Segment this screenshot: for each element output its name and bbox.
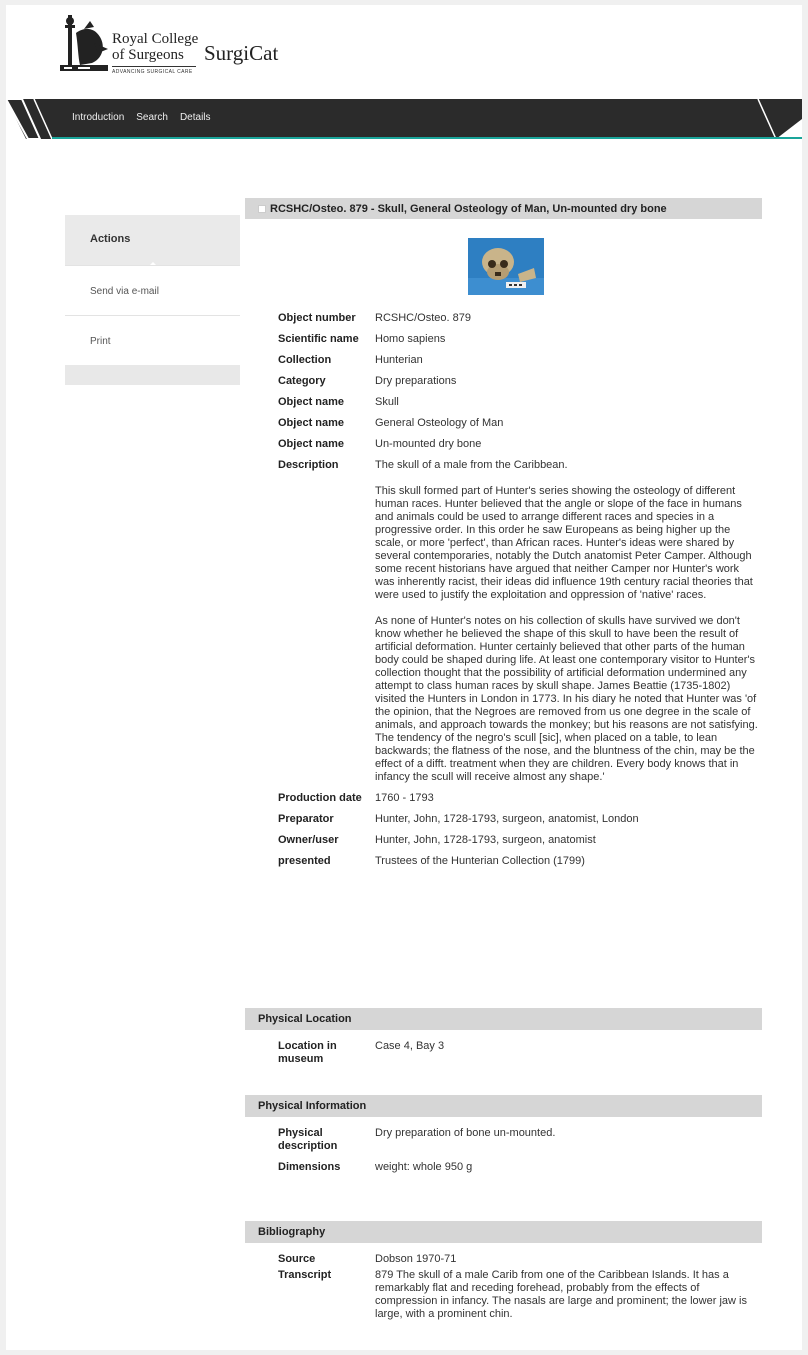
record-title: RCSHC/Osteo. 879 - Skull, General Osteol… (270, 202, 667, 215)
nav-details[interactable]: Details (180, 112, 211, 123)
field-label: Production date (278, 792, 362, 804)
field-label: Object name (278, 396, 345, 408)
field-value: Skull (375, 396, 399, 408)
field-row: Collection Hunterian (245, 354, 762, 367)
field-row: presented Trustees of the Hunterian Coll… (245, 855, 762, 868)
field-label: Object name (278, 438, 345, 450)
field-row: Location in museum Case 4, Bay 3 (245, 1040, 762, 1066)
send-via-email-action[interactable]: Send via e-mail (65, 265, 240, 315)
bibliography-fields: Source Dobson 1970-71 Transcript 879 The… (245, 1253, 762, 1321)
rcs-logo[interactable]: Royal College of Surgeons ADVANCING SURG… (54, 13, 198, 79)
field-row: Dimensions weight: whole 950 g (245, 1161, 762, 1174)
field-row: Production date 1760 - 1793 (245, 792, 762, 805)
field-value: General Osteology of Man (375, 417, 504, 429)
description-paragraph: This skull formed part of Hunter's serie… (375, 485, 753, 601)
field-label: presented (278, 855, 331, 867)
field-value: weight: whole 950 g (375, 1161, 473, 1173)
field-label: Transcript (278, 1269, 332, 1281)
description-value: The skull of a male from the Caribbean. … (375, 459, 760, 784)
print-action[interactable]: Print (65, 315, 240, 365)
field-row: Object number RCSHC/Osteo. 879 (245, 312, 762, 325)
nav-search[interactable]: Search (136, 112, 168, 123)
physical-information-heading: Physical Information (245, 1095, 762, 1117)
field-label: Source (278, 1253, 316, 1265)
field-row: Source Dobson 1970-71 (245, 1253, 762, 1266)
record-panel: RCSHC/Osteo. 879 - Skull, General Osteol… (245, 198, 762, 1320)
page: Royal College of Surgeons ADVANCING SURG… (6, 5, 802, 1350)
actions-heading: Actions (65, 215, 240, 265)
app-name: SurgiCat (204, 41, 279, 65)
field-row: Owner/user Hunter, John, 1728-1793, surg… (245, 834, 762, 847)
field-row: Physical description Dry preparation of … (245, 1127, 762, 1153)
field-value: Dry preparation of bone un-mounted. (375, 1127, 556, 1139)
field-value: Homo sapiens (375, 333, 446, 345)
description-paragraph: The skull of a male from the Caribbean. (375, 459, 568, 471)
college-name-line2: of Surgeons (112, 47, 184, 63)
physical-location-heading: Physical Location (245, 1008, 762, 1030)
actions-sidebar: Actions Send via e-mail Print (65, 215, 240, 385)
field-label: Physical description (278, 1127, 338, 1152)
physical-information-fields: Physical description Dry preparation of … (245, 1127, 762, 1174)
field-row: Object name Un-mounted dry bone (245, 438, 762, 451)
field-row: Transcript 879 The skull of a male Carib… (245, 1269, 762, 1321)
crest-logo-icon (60, 15, 108, 71)
description-row: Description The skull of a male from the… (245, 459, 762, 784)
field-label: Location in museum (278, 1040, 337, 1065)
record-title-bar: RCSHC/Osteo. 879 - Skull, General Osteol… (245, 198, 762, 219)
field-value: Trustees of the Hunterian Collection (17… (375, 855, 585, 867)
field-value: 1760 - 1793 (375, 792, 434, 804)
field-row: Scientific name Homo sapiens (245, 333, 762, 346)
field-value: Hunter, John, 1728-1793, surgeon, anatom… (375, 834, 596, 846)
field-value: Hunter, John, 1728-1793, surgeon, anatom… (375, 813, 639, 825)
nav-bar: Introduction Search Details (6, 99, 802, 139)
field-value: RCSHC/Osteo. 879 (375, 312, 471, 324)
nav-menu: Introduction Search Details (72, 112, 211, 123)
skull-thumbnail-image[interactable] (468, 238, 544, 295)
field-label: Object name (278, 417, 345, 429)
field-row: Object name General Osteology of Man (245, 417, 762, 430)
bibliography-heading: Bibliography (245, 1221, 762, 1243)
physical-location-fields: Location in museum Case 4, Bay 3 (245, 1040, 762, 1066)
field-row: Category Dry preparations (245, 375, 762, 388)
field-value: Hunterian (375, 354, 423, 366)
field-label: Preparator (278, 813, 334, 825)
select-record-checkbox[interactable] (258, 204, 266, 213)
field-row: Preparator Hunter, John, 1728-1793, surg… (245, 813, 762, 826)
field-label: Dimensions (278, 1161, 341, 1173)
field-value: Un-mounted dry bone (375, 438, 482, 450)
field-value: Dobson 1970-71 (375, 1253, 457, 1265)
record-fields: Object number RCSHC/Osteo. 879 Scientifi… (245, 312, 762, 876)
college-tagline: ADVANCING SURGICAL CARE (112, 69, 193, 75)
description-paragraph: As none of Hunter's notes on his collect… (375, 615, 758, 783)
field-label: Scientific name (278, 333, 359, 345)
logo-divider (112, 66, 196, 67)
field-label: Owner/user (278, 834, 339, 846)
field-value: Dry preparations (375, 375, 457, 387)
field-label: Description (278, 459, 339, 471)
nav-introduction[interactable]: Introduction (72, 112, 124, 123)
field-label: Object number (278, 312, 356, 324)
field-row: Object name Skull (245, 396, 762, 409)
field-label: Collection (278, 354, 332, 366)
college-name: Royal College of Surgeons ADVANCING SURG… (112, 31, 198, 75)
field-value: 879 The skull of a male Carib from one o… (375, 1269, 747, 1320)
field-value: Case 4, Bay 3 (375, 1040, 445, 1052)
college-name-line1: Royal College (112, 31, 199, 47)
field-label: Category (278, 375, 326, 387)
